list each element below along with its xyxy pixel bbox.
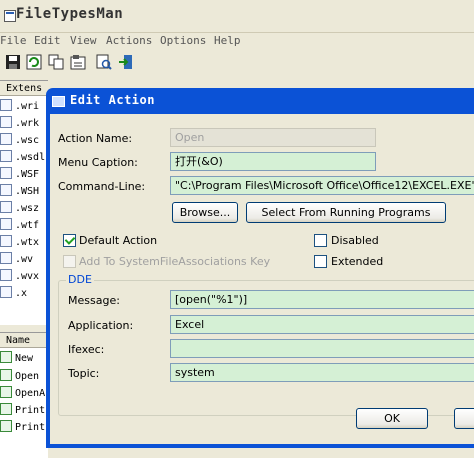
app-icon (4, 10, 16, 22)
file-icon (0, 150, 12, 162)
ifexec-field[interactable] (170, 339, 474, 358)
menu-help[interactable]: Help (214, 34, 241, 47)
menu-file[interactable]: File (0, 34, 27, 47)
list-item[interactable]: .wvx (0, 269, 48, 285)
list-item[interactable]: Open (0, 369, 48, 385)
list-item[interactable]: .WSF (0, 167, 48, 183)
add-to-sfa-checkbox (63, 255, 76, 268)
list-item[interactable]: Print (0, 420, 48, 436)
file-icon (0, 218, 12, 230)
disabled-checkbox[interactable] (314, 234, 327, 247)
app-titlebar: FileTypesMan (0, 0, 474, 33)
list-item[interactable]: .WSH (0, 184, 48, 200)
excel-icon (0, 351, 12, 363)
list-item[interactable]: .wsz (0, 201, 48, 217)
action-name-field: Open (170, 128, 376, 147)
ok-button[interactable]: OK (356, 408, 428, 429)
properties-icon[interactable] (70, 54, 86, 70)
list-item[interactable]: .wsc (0, 133, 48, 149)
search-icon[interactable] (96, 54, 112, 70)
dialog-icon (52, 96, 65, 107)
list-item[interactable]: .wv (0, 252, 48, 268)
excel-icon (0, 420, 12, 432)
menu-edit[interactable]: Edit (34, 34, 61, 47)
message-label: Message: (68, 294, 120, 307)
dde-group-label: DDE (66, 273, 94, 286)
action-name-label: Action Name: (58, 132, 133, 145)
application-label: Application: (68, 319, 134, 332)
list-item[interactable]: .wri (0, 99, 48, 115)
app-title: FileTypesMan (16, 6, 124, 22)
list-item[interactable]: Print (0, 403, 48, 419)
dialog-title: Edit Action (70, 93, 155, 107)
column-header-extension[interactable]: Extens (0, 81, 48, 96)
ifexec-label: Ifexec: (68, 343, 105, 356)
column-header-name[interactable]: Name (0, 333, 48, 348)
command-line-field[interactable]: "C:\Program Files\Microsoft Office\Offic… (170, 176, 474, 195)
dialog-body: Action Name: Open Menu Caption: 打开(&O) C… (50, 114, 474, 444)
disabled-label: Disabled (331, 234, 379, 247)
file-types-list[interactable]: Extens .wri .wrk .wsc .wsdl .WSF .WSH .w… (0, 80, 48, 325)
default-action-checkbox[interactable] (63, 234, 76, 247)
list-item[interactable]: .wsdl (0, 150, 48, 166)
list-item[interactable]: .wtf (0, 218, 48, 234)
file-icon (0, 133, 12, 145)
toolbar (0, 51, 474, 75)
exit-icon[interactable] (118, 54, 134, 70)
file-icon (0, 99, 12, 111)
browse-button[interactable]: Browse... (172, 202, 238, 223)
list-item[interactable]: New (0, 351, 48, 367)
menu-view[interactable]: View (70, 34, 97, 47)
application-field[interactable]: Excel (170, 315, 474, 334)
extended-label: Extended (331, 255, 384, 268)
extended-checkbox[interactable] (314, 255, 327, 268)
file-icon (0, 252, 12, 264)
save-icon[interactable] (5, 54, 21, 70)
list-item[interactable]: .wrk (0, 116, 48, 132)
file-icon (0, 167, 12, 179)
topic-label: Topic: (68, 367, 100, 380)
list-item[interactable]: .wtx (0, 235, 48, 251)
message-field[interactable]: [open("%1")] (170, 290, 474, 309)
file-icon (0, 269, 12, 281)
copy-icon[interactable] (48, 54, 64, 70)
refresh-icon[interactable] (26, 54, 42, 70)
topic-field[interactable]: system (170, 363, 474, 382)
edit-action-dialog: Edit Action Action Name: Open Menu Capti… (46, 88, 474, 448)
menu-options[interactable]: Options (160, 34, 206, 47)
file-icon (0, 184, 12, 196)
select-running-programs-button[interactable]: Select From Running Programs (246, 202, 446, 223)
menu-caption-label: Menu Caption: (58, 156, 138, 169)
file-icon (0, 116, 12, 128)
list-item[interactable]: .x (0, 286, 48, 302)
excel-icon (0, 369, 12, 381)
file-icon (0, 235, 12, 247)
add-to-sfa-label: Add To SystemFileAssociations Key (79, 255, 271, 268)
actions-list[interactable]: Name New Open OpenA Print Print (0, 332, 48, 458)
cancel-button[interactable] (454, 408, 474, 429)
file-icon (0, 201, 12, 213)
menu-caption-field[interactable]: 打开(&O) (170, 152, 376, 171)
menu-bar: File Edit View Actions Options Help (0, 32, 474, 50)
menu-actions[interactable]: Actions (106, 34, 152, 47)
excel-icon (0, 386, 12, 398)
list-item[interactable]: OpenA (0, 386, 48, 402)
excel-icon (0, 403, 12, 415)
default-action-label: Default Action (79, 234, 158, 247)
file-icon (0, 286, 12, 298)
dialog-titlebar[interactable]: Edit Action (46, 88, 474, 114)
command-line-label: Command-Line: (58, 180, 146, 193)
